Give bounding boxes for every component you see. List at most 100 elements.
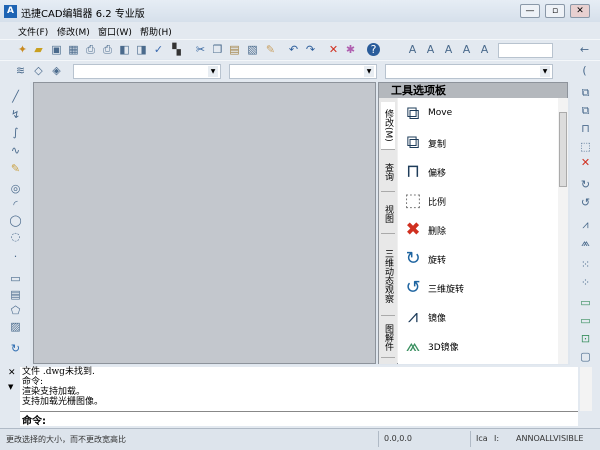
tab-modify[interactable]: 修改(M) (381, 102, 395, 150)
array-icon[interactable]: ⁙ (579, 258, 592, 271)
explode-icon[interactable]: ▢ (579, 350, 592, 363)
tool-mirror[interactable]: ⩘ 镜像 (400, 303, 550, 331)
tool-scale[interactable]: ⬚ 比例 (400, 187, 550, 215)
mirror-icon[interactable]: ⩘ (579, 218, 592, 231)
tool-move[interactable]: ⧉ Move (400, 100, 550, 128)
scale-icon[interactable]: ⬚ (579, 140, 592, 153)
text-scale-icon[interactable]: A (478, 43, 491, 56)
palette-title: 工具选项板 (379, 83, 567, 98)
scrollbar-thumb[interactable] (559, 112, 567, 187)
delete-icon[interactable]: ✕ (327, 43, 340, 56)
offset-icon[interactable]: ⊓ (579, 122, 592, 135)
linetype-combo[interactable]: ▼ (385, 64, 553, 79)
layer-previous-icon[interactable]: ◈ (50, 64, 63, 77)
annotation-visibility[interactable]: ANNOALLVISIBLE (516, 434, 583, 443)
break-icon[interactable]: ⊡ (579, 332, 592, 345)
window-title: 迅捷CAD编辑器 6.2 专业版 (21, 9, 145, 20)
print-preview-icon[interactable]: ◧ (118, 43, 131, 56)
text-style-icon[interactable]: A (442, 43, 455, 56)
log-line: 渲染支持加载。 (22, 387, 86, 397)
maximize-button[interactable]: ▫ (545, 4, 565, 18)
help-icon[interactable]: ? (367, 43, 380, 56)
move-icon[interactable]: ⧉ (579, 86, 592, 99)
arc-icon[interactable]: ◜ (9, 198, 22, 211)
paste-special-icon[interactable]: ▧ (246, 43, 259, 56)
print-icon[interactable]: ⎙ (84, 43, 97, 56)
text-style-combo[interactable] (498, 43, 553, 58)
close-button[interactable]: ✕ (570, 4, 590, 18)
mtext-icon[interactable]: A (424, 43, 437, 56)
refresh-icon[interactable]: ↻ (9, 342, 22, 355)
text-icon[interactable]: A (406, 43, 419, 56)
mirror-3d-icon[interactable]: ⩕ (579, 236, 592, 249)
arc-icon[interactable]: ( (578, 64, 591, 77)
command-scrollbar[interactable] (580, 367, 592, 411)
polyline-icon[interactable]: ↯ (9, 108, 22, 121)
offset-icon: ⊓ (405, 161, 421, 182)
copy-icon[interactable]: ❐ (211, 43, 224, 56)
tool-mirror-3d[interactable]: ⩕ 3D镜像 (400, 332, 550, 360)
save-icon[interactable]: ▣ (50, 43, 63, 56)
point-icon[interactable]: · (9, 250, 22, 263)
tab-drawing-parts[interactable]: 图解件 (381, 318, 395, 358)
menu-help[interactable]: 帮助(H) (140, 25, 172, 38)
arrow-left-icon[interactable]: ← (578, 43, 591, 56)
publish-icon[interactable]: ◨ (135, 43, 148, 56)
rectangle-icon[interactable]: ▭ (9, 272, 22, 285)
tool-rotate-3d[interactable]: ↺ 三维旋转 (400, 274, 550, 302)
ray-icon[interactable]: ∫ (9, 126, 22, 139)
menu-window[interactable]: 窗口(W) (98, 25, 132, 38)
copy-icon[interactable]: ⧉ (579, 104, 592, 117)
tab-query[interactable]: 查询 (381, 152, 395, 192)
find-icon[interactable]: ▚ (170, 43, 183, 56)
circle-icon[interactable]: ◎ (9, 182, 22, 195)
close-icon[interactable]: ✕ (8, 368, 16, 378)
select-icon[interactable]: ✱ (344, 43, 357, 56)
layer-combo[interactable]: ▼ (73, 64, 221, 79)
print-setup-icon[interactable]: ⎙ (101, 43, 114, 56)
cut-icon[interactable]: ✂ (194, 43, 207, 56)
menu-modify[interactable]: 修改(M) (57, 25, 90, 38)
array-polar-icon[interactable]: ⁘ (579, 276, 592, 289)
save-as-icon[interactable]: ▦ (67, 43, 80, 56)
rotate-3d-icon: ↺ (405, 277, 421, 298)
color-combo[interactable]: ▼ (229, 64, 377, 79)
lengthen-icon[interactable]: ▭ (579, 314, 592, 327)
match-properties-icon[interactable]: ✎ (264, 43, 277, 56)
palette-scrollbar[interactable] (558, 98, 568, 364)
hatch-icon[interactable]: ▤ (9, 288, 22, 301)
command-input[interactable]: 命令: (20, 411, 578, 427)
delete-icon[interactable]: ✕ (579, 156, 592, 169)
redo-icon[interactable]: ↷ (304, 43, 317, 56)
menu-file[interactable]: 文件(F) (18, 25, 48, 38)
region-icon[interactable]: ▨ (9, 320, 22, 333)
ellipse-arc-icon[interactable]: ◌ (9, 230, 22, 243)
rotate-3d-icon[interactable]: ↺ (579, 196, 592, 209)
line-icon[interactable]: ╱ (9, 90, 22, 103)
tool-rotate[interactable]: ↻ 旋转 (400, 245, 550, 273)
drawing-canvas[interactable] (33, 82, 376, 364)
undo-icon[interactable]: ↶ (287, 43, 300, 56)
chevron-down-icon[interactable]: ▼ (8, 383, 13, 391)
tool-offset[interactable]: ⊓ 偏移 (400, 158, 550, 186)
status-field-2[interactable]: I: (494, 434, 499, 443)
rotate-icon[interactable]: ↻ (579, 178, 592, 191)
layer-state-icon[interactable]: ◇ (32, 64, 45, 77)
spline-icon[interactable]: ∿ (9, 144, 22, 157)
new-icon[interactable]: ✦ (16, 43, 29, 56)
tab-view[interactable]: 视图 (381, 194, 395, 234)
ellipse-icon[interactable]: ◯ (9, 214, 22, 227)
stretch-icon[interactable]: ▭ (579, 296, 592, 309)
spellcheck-icon[interactable]: ✓ (152, 43, 165, 56)
polygon-icon[interactable]: ⬠ (9, 304, 22, 317)
tool-delete[interactable]: ✖ 删除 (400, 216, 550, 244)
tab-3d-orbit[interactable]: 三维动态观察 (381, 236, 395, 316)
paste-icon[interactable]: ▤ (228, 43, 241, 56)
layers-icon[interactable]: ≋ (14, 64, 27, 77)
sketch-icon[interactable]: ✎ (9, 162, 22, 175)
minimize-button[interactable]: — (520, 4, 540, 18)
open-icon[interactable]: ▰ (32, 43, 45, 56)
status-field-1[interactable]: Ica (476, 434, 488, 443)
text-edit-icon[interactable]: A (460, 43, 473, 56)
tool-copy[interactable]: ⧉ 复制 (400, 129, 550, 157)
